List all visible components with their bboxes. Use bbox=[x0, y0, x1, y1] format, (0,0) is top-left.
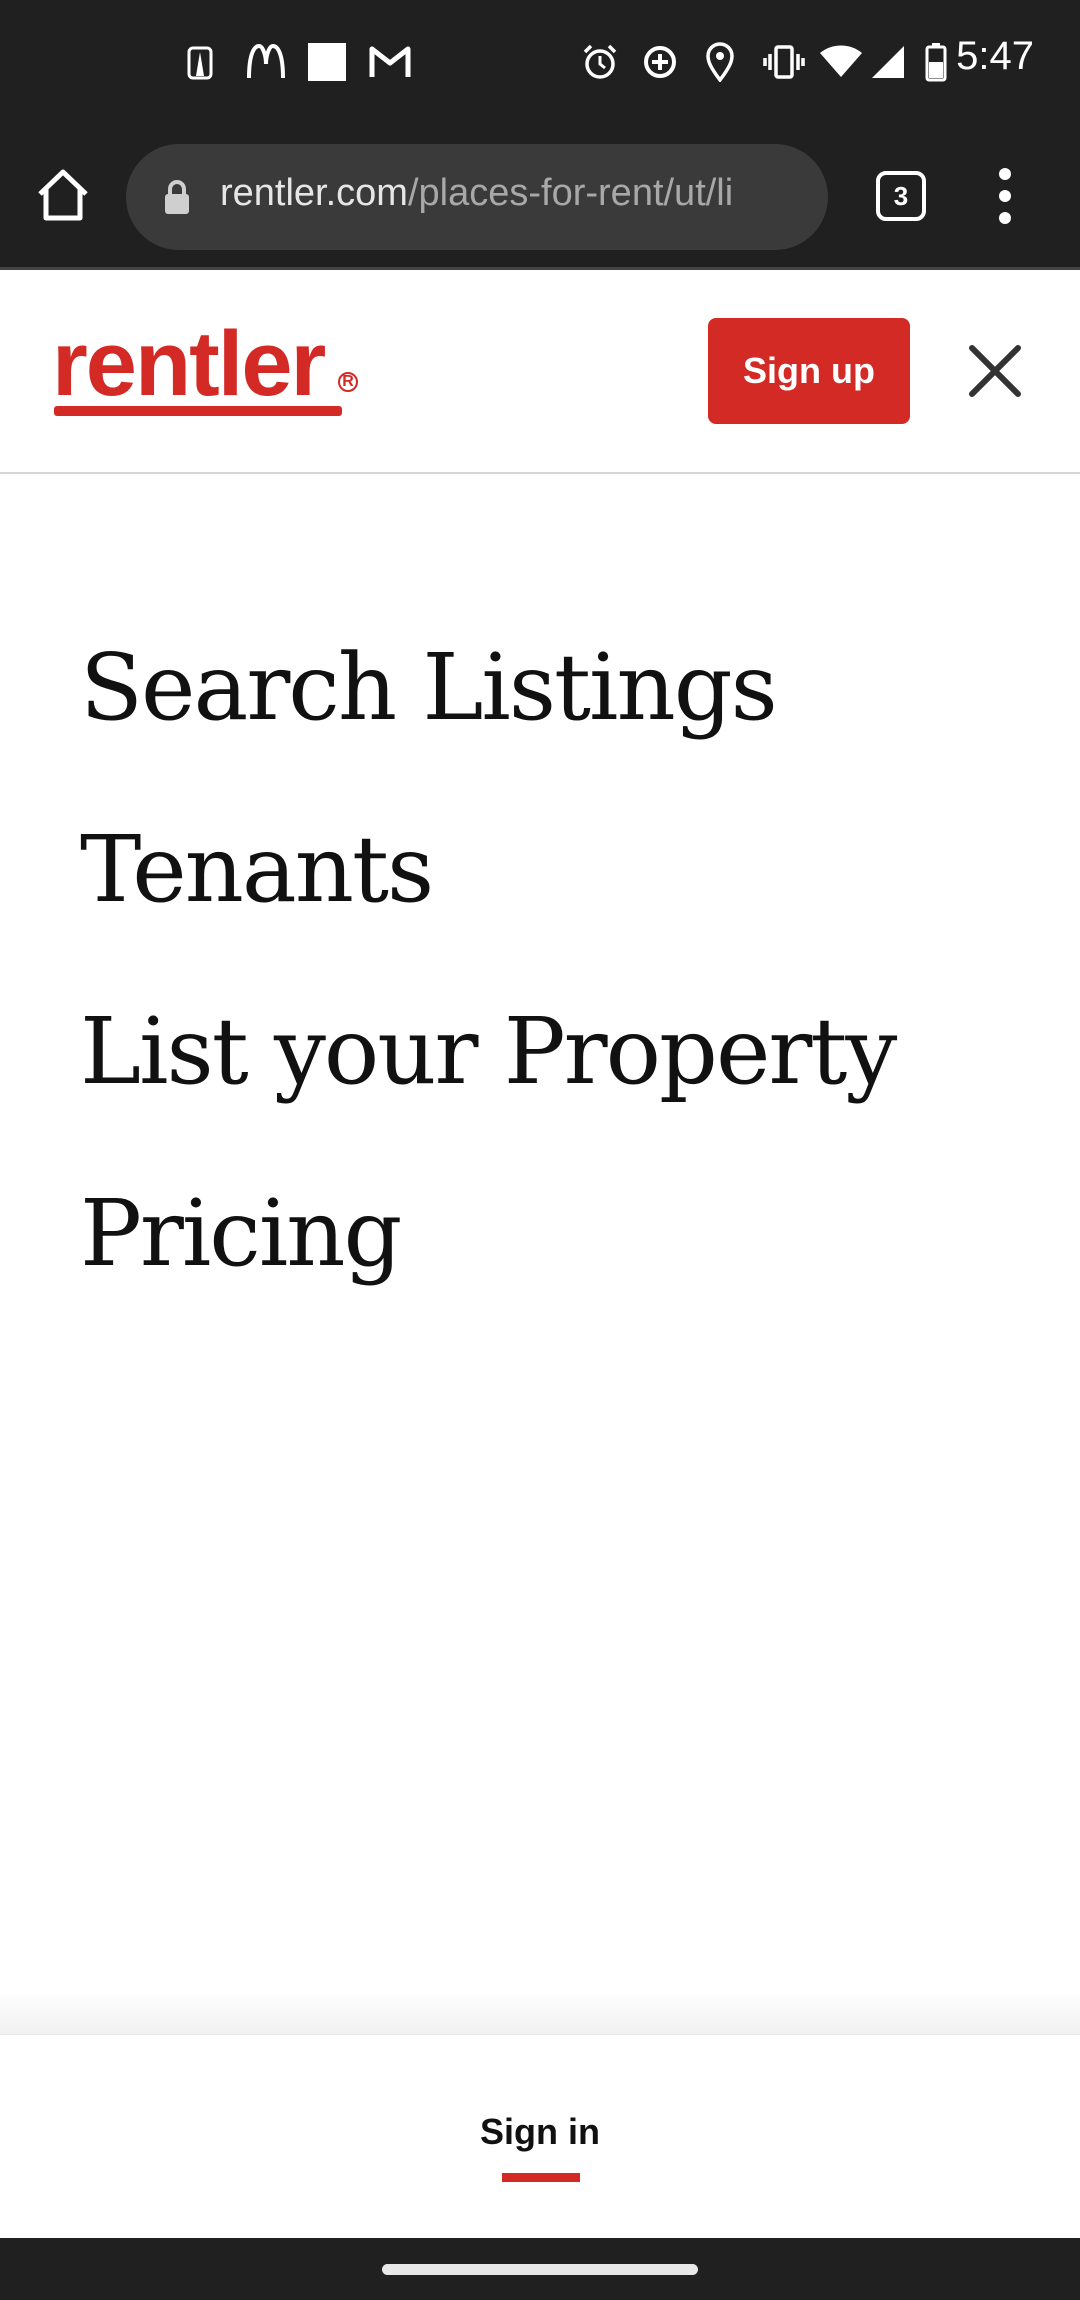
url-path: /places-for-rent/ut/li bbox=[407, 172, 734, 214]
nav-item-list-your-property[interactable]: List your Property bbox=[80, 988, 1040, 1170]
status-bar: 5:47 bbox=[0, 0, 1080, 124]
browser-toolbar: rentler.com/places-for-rent/ut/li 3 bbox=[0, 124, 1080, 270]
nav-item-search-listings[interactable]: Search Listings bbox=[80, 624, 1040, 806]
battery-icon bbox=[924, 40, 948, 84]
logo-underline bbox=[54, 406, 342, 416]
home-icon[interactable] bbox=[34, 166, 92, 224]
nav-item-pricing[interactable]: Pricing bbox=[80, 1170, 1040, 1352]
lock-icon bbox=[162, 179, 192, 215]
wifi-icon bbox=[818, 40, 864, 84]
site-header: rentler R Sign up bbox=[0, 270, 1080, 474]
signal-icon bbox=[870, 40, 906, 84]
sign-in-bar: Sign in bbox=[0, 2034, 1080, 2238]
gmail-icon bbox=[368, 40, 412, 84]
url-host: rentler.com bbox=[220, 172, 408, 214]
more-options-icon[interactable] bbox=[990, 168, 1020, 224]
sign-up-button[interactable]: Sign up bbox=[708, 318, 910, 424]
address-bar[interactable]: rentler.com/places-for-rent/ut/li bbox=[126, 144, 828, 250]
rentler-logo[interactable]: rentler R bbox=[52, 318, 362, 418]
gesture-handle[interactable] bbox=[382, 2264, 698, 2275]
mcdonalds-icon bbox=[244, 40, 288, 84]
tab-switcher-button[interactable]: 3 bbox=[876, 171, 926, 221]
sign-in-underline bbox=[502, 2173, 580, 2182]
white-square-icon bbox=[306, 40, 348, 84]
status-time: 5:47 bbox=[956, 34, 1034, 78]
main-nav-menu: Search Listings Tenants List your Proper… bbox=[80, 624, 1040, 1352]
system-navigation-bar bbox=[0, 2238, 1080, 2300]
data-saver-icon bbox=[640, 40, 680, 84]
sign-in-link[interactable]: Sign in bbox=[0, 2111, 1080, 2153]
location-icon bbox=[702, 40, 738, 84]
close-icon[interactable] bbox=[964, 340, 1026, 402]
url-text[interactable]: rentler.com/places-for-rent/ut/li bbox=[220, 172, 810, 215]
nav-item-tenants[interactable]: Tenants bbox=[80, 806, 1040, 988]
app-notification-icon bbox=[182, 40, 218, 84]
vibrate-icon bbox=[762, 40, 806, 84]
alarm-icon bbox=[580, 40, 620, 84]
logo-wordmark: rentler bbox=[52, 313, 326, 415]
bottom-shadow bbox=[0, 1990, 1080, 2034]
registered-mark: R bbox=[338, 372, 358, 392]
